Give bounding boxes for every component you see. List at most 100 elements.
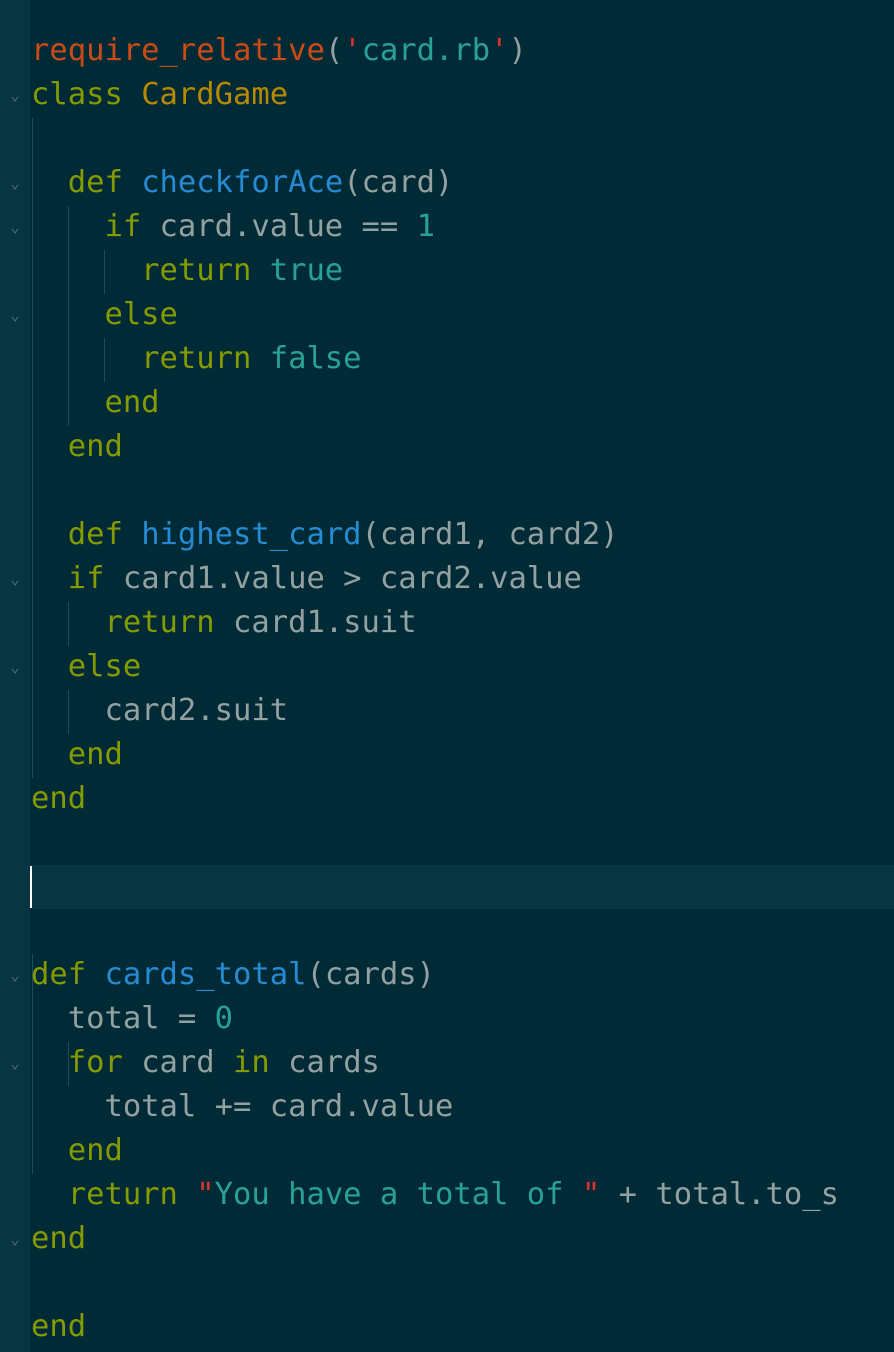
code-line[interactable] [0,865,894,909]
code-text: else [31,293,178,337]
code-token: return [31,1177,197,1212]
code-text: end [31,425,123,469]
code-token: end [31,385,160,420]
code-text: end [31,1129,123,1173]
code-line[interactable]: return false [0,337,894,381]
code-text: def cards_total(cards) [31,953,435,997]
code-token: return [31,253,270,288]
code-token: CardGame [141,77,289,112]
code-text: end [31,381,160,425]
code-line[interactable]: return "You have a total of " + total.to… [0,1173,894,1217]
code-text: total = 0 [31,997,233,1041]
code-token: (cards) [306,957,435,992]
code-token: else [31,297,178,332]
code-token: card1.suit [233,605,417,640]
fold-chevron-icon[interactable]: ⌄ [0,205,30,249]
code-token: total += card.value [31,1089,454,1124]
code-line[interactable] [0,117,894,161]
code-token: false [269,341,362,376]
code-token: end [31,1133,123,1168]
code-line[interactable] [0,469,894,513]
code-token: " [581,1177,601,1212]
code-token: total = [31,1001,215,1036]
code-line[interactable]: ⌄ class CardGame [0,73,894,117]
code-line[interactable]: end [0,381,894,425]
code-token: 1 [416,209,435,244]
code-token: card1.value > card2.value [122,561,582,596]
code-text: return false [31,337,362,381]
code-line[interactable] [0,1261,894,1305]
code-line[interactable]: total += card.value [0,1085,894,1129]
code-token: cards [288,1045,380,1080]
code-text: end [31,1217,86,1261]
code-token: for [31,1045,142,1080]
code-token: def [31,957,105,992]
code-line[interactable]: end [0,1305,894,1349]
code-token: + total.to_s [600,1177,839,1212]
code-line[interactable]: ⌄ if card1.value > card2.value [0,557,894,601]
code-line[interactable]: ⌄ end [0,1217,894,1261]
code-text: total += card.value [31,1085,453,1129]
code-text: if card.value == 1 [31,205,435,249]
code-line[interactable]: return card1.suit [0,601,894,645]
code-line[interactable]: require_relative('card.rb') [0,29,894,73]
code-text: card2.suit [31,689,288,733]
code-line[interactable]: end [0,777,894,821]
code-line[interactable]: ⌄ def cards_total(cards) [0,953,894,997]
fold-chevron-icon[interactable]: ⌄ [0,73,30,117]
code-token: (card1, card2) [361,517,619,552]
code-token: class [31,77,142,112]
fold-chevron-icon[interactable]: ⌄ [0,557,30,601]
code-token: end [31,737,123,772]
code-text: def highest_card(card1, card2) [31,513,619,557]
code-line[interactable]: end [0,1129,894,1173]
code-token: true [269,253,344,288]
code-token: in [233,1045,289,1080]
code-text: class CardGame [31,73,288,117]
code-line[interactable] [0,909,894,953]
code-line[interactable]: end [0,733,894,777]
code-line[interactable]: card2.suit [0,689,894,733]
code-token: ) [508,33,527,68]
code-token: ( [324,33,344,68]
code-text: end [31,733,123,777]
code-token: ' [343,33,362,68]
code-token: ' [490,33,509,68]
code-text: return card1.suit [31,601,417,645]
code-line[interactable]: def highest_card(card1, card2) [0,513,894,557]
code-token: if [31,561,123,596]
code-line[interactable]: return true [0,249,894,293]
fold-chevron-icon[interactable]: ⌄ [0,293,30,337]
fold-chevron-icon[interactable]: ⌄ [0,1217,30,1261]
code-line[interactable]: ⌄ def checkforAce(card) [0,161,894,205]
fold-chevron-icon[interactable]: ⌄ [0,953,30,997]
code-text: require_relative('card.rb') [31,29,527,73]
code-token: def [31,165,142,200]
code-text: return true [31,249,343,293]
code-line[interactable] [0,821,894,865]
code-line[interactable]: ⌄ else [0,645,894,689]
code-token: card.value == [159,209,417,244]
code-text: def checkforAce(card) [31,161,454,205]
code-token: end [31,1309,87,1344]
code-token: cards_total [104,957,307,992]
fold-chevron-icon[interactable]: ⌄ [0,161,30,205]
code-text: end [31,777,86,821]
code-text: end [31,1305,86,1349]
fold-chevron-icon[interactable]: ⌄ [0,645,30,689]
code-token: card.rb [361,33,491,68]
code-token: card2.suit [31,693,289,728]
code-token: require_relative [31,33,325,68]
code-line[interactable]: ⌄ for card in cards [0,1041,894,1085]
code-token: if [31,209,160,244]
code-editor[interactable]: require_relative('card.rb') ⌄ class CardGa… [0,0,894,1352]
code-line[interactable]: end [0,425,894,469]
code-line[interactable]: total = 0 [0,997,894,1041]
code-token: return [31,605,233,640]
text-caret [30,866,32,908]
code-line[interactable]: ⌄ else [0,293,894,337]
code-line[interactable]: ⌄ if card.value == 1 [0,205,894,249]
code-token: card [141,1045,234,1080]
code-text: if card1.value > card2.value [31,557,582,601]
fold-chevron-icon[interactable]: ⌄ [0,1041,30,1085]
